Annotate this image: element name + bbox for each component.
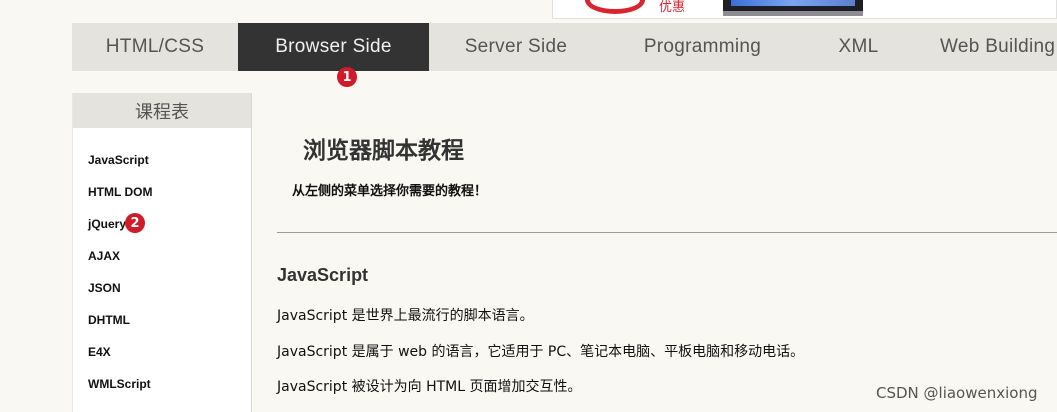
sidebar-title: 课程表 bbox=[73, 93, 251, 128]
page-title: 浏览器脚本教程 bbox=[303, 138, 464, 164]
sidebar-item-javascript[interactable]: JavaScript bbox=[73, 144, 251, 176]
advertisement-banner[interactable]: 优惠 bbox=[552, 0, 1057, 19]
sidebar-item-jquery[interactable]: jQuery bbox=[73, 208, 251, 240]
nav-tab-server-side[interactable]: Server Side bbox=[429, 23, 603, 71]
section-heading: JavaScript bbox=[277, 265, 369, 285]
annotation-marker-2: 2 bbox=[125, 213, 145, 233]
nav-tab-web-building[interactable]: Web Building bbox=[915, 23, 1057, 71]
section-paragraph: JavaScript 是属于 web 的语言，它适用于 PC、笔记本电脑、平板电… bbox=[277, 344, 805, 360]
sidebar-item-json[interactable]: JSON bbox=[73, 272, 251, 304]
sidebar-item-ajax[interactable]: AJAX bbox=[73, 240, 251, 272]
ad-text: 优惠 bbox=[659, 0, 686, 15]
nav-tab-programming[interactable]: Programming bbox=[603, 23, 802, 71]
sidebar-item-html-dom[interactable]: HTML DOM bbox=[73, 176, 251, 208]
ad-logo-shape bbox=[585, 0, 645, 14]
watermark: CSDN @liaowenxiong bbox=[876, 384, 1038, 402]
nav-tab-browser-side[interactable]: Browser Side bbox=[238, 23, 429, 71]
ad-laptop-image bbox=[723, 0, 863, 16]
nav-tab-xml[interactable]: XML bbox=[802, 23, 915, 71]
divider bbox=[277, 232, 1057, 233]
section-paragraph: JavaScript 被设计为向 HTML 页面增加交互性。 bbox=[277, 379, 582, 395]
section-paragraph: JavaScript 是世界上最流行的脚本语言。 bbox=[277, 308, 534, 324]
top-nav: HTML/CSS Browser Side Server Side Progra… bbox=[72, 23, 1057, 71]
sidebar-menu: JavaScript HTML DOM jQuery AJAX JSON DHT… bbox=[73, 128, 251, 400]
nav-tab-html-css[interactable]: HTML/CSS bbox=[72, 23, 238, 71]
sidebar-item-dhtml[interactable]: DHTML bbox=[73, 304, 251, 336]
page-subtitle: 从左侧的菜单选择你需要的教程！ bbox=[292, 184, 488, 199]
annotation-marker-1: 1 bbox=[337, 67, 357, 87]
sidebar-item-wmlscript[interactable]: WMLScript bbox=[73, 368, 251, 400]
sidebar-item-e4x[interactable]: E4X bbox=[73, 336, 251, 368]
page: 优惠 HTML/CSS Browser Side Server Side Pro… bbox=[0, 0, 1057, 412]
sidebar: 课程表 JavaScript HTML DOM jQuery AJAX JSON… bbox=[72, 93, 252, 412]
